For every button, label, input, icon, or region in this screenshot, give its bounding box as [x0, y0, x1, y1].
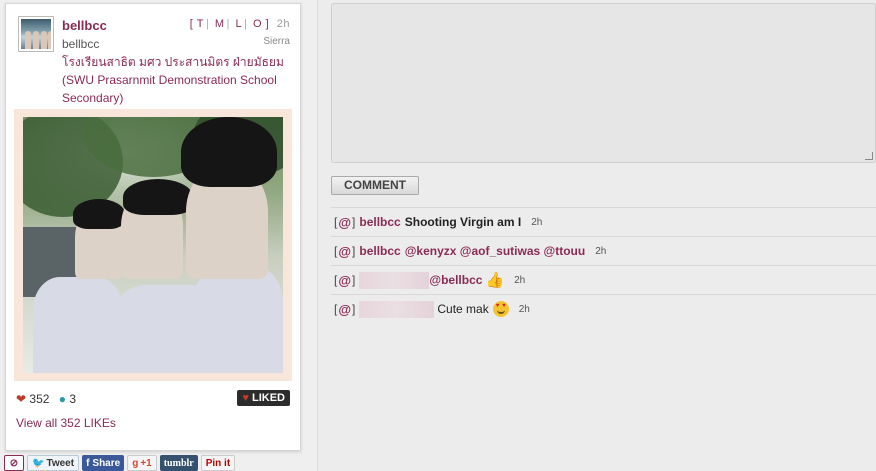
post-location[interactable]: โรงเรียนสาธิต มศว ประสานมิตร ฝ่ายมัธยม (… [62, 53, 294, 107]
link-t[interactable]: T [197, 18, 204, 30]
heart-icon: ❤ [16, 392, 27, 406]
left-column: bellbcc bellbcc [ T | M | L | O ] 2h Sierra… [0, 0, 318, 471]
comment-text: Cute mak [437, 302, 489, 316]
comment-button[interactable]: COMMENT [331, 176, 419, 195]
reply-at-icon[interactable]: @ [338, 273, 351, 288]
post-links: [ T | M | L | O ] 2h [189, 18, 290, 30]
facebook-icon: f [86, 457, 90, 469]
likes-count: 352 [29, 392, 50, 406]
comment-row: [@] @bellbcc 👍 2h [331, 265, 876, 294]
tweet-button[interactable]: 🐦 Tweet [27, 455, 80, 471]
heart-icon: ♥ [242, 392, 249, 404]
tumblr-button[interactable]: tumblr [159, 455, 198, 471]
facebook-share-button[interactable]: f Share [82, 455, 125, 471]
comment-user[interactable]: bellbcc [359, 215, 400, 229]
post-username[interactable]: bellbcc [62, 18, 107, 33]
pinit-button[interactable]: Pin it [200, 455, 236, 471]
share-bar: ⊘ 🐦 Tweet f Share g +1 tumblr Pin it [4, 455, 236, 471]
comment-row: [@] Cute mak 2h [331, 294, 876, 323]
photo-frame [14, 109, 292, 381]
reply-at-icon[interactable]: @ [338, 244, 351, 259]
post-fullname: bellbcc [62, 37, 100, 51]
thumbs-up-icon: 👍 [485, 272, 505, 289]
google-plus-icon: g [132, 457, 139, 469]
comment-row: [@] bellbcc @kenyzx @aof_sutiwas @ttouu … [331, 236, 876, 265]
post-card: bellbcc bellbcc [ T | M | L | O ] 2h Sierra… [5, 3, 301, 451]
comment-user[interactable]: bellbcc [359, 244, 400, 258]
liked-button[interactable]: ♥ LIKED [237, 390, 290, 406]
filter-name: Sierra [263, 36, 290, 47]
view-all-likes-link[interactable]: View all 352 LIKEs [16, 416, 116, 430]
comment-time: 2h [518, 303, 530, 315]
avatar-image [21, 19, 51, 49]
comment-text[interactable]: @kenyzx @aof_sutiwas @ttouu [405, 244, 585, 258]
comment-time: 2h [595, 245, 607, 257]
twitter-icon: 🐦 [32, 457, 45, 469]
reply-at-icon[interactable]: @ [338, 302, 351, 317]
post-stats: ❤ 352 ● 3 [16, 392, 76, 406]
redacted-username [359, 300, 435, 318]
heart-eyes-icon [492, 301, 509, 317]
comments-count: 3 [69, 392, 77, 406]
link-l[interactable]: L [235, 18, 242, 30]
comment-textarea[interactable] [331, 3, 876, 163]
comment-time: 2h [514, 274, 526, 286]
liked-label: LIKED [252, 392, 285, 404]
post-time: 2h [276, 18, 290, 30]
link-icon[interactable]: ⊘ [4, 455, 24, 471]
google-plus-button[interactable]: g +1 [127, 455, 157, 471]
comment-text: Shooting Virgin am I [404, 215, 522, 229]
link-m[interactable]: M [215, 18, 225, 30]
comment-list: [@] bellbcc Shooting Virgin am I 2h [@] … [331, 207, 876, 323]
redacted-username [359, 271, 430, 289]
comment-bubble-icon: ● [58, 392, 67, 406]
resize-grip-icon[interactable] [865, 152, 873, 160]
avatar[interactable] [18, 16, 54, 52]
comment-text[interactable]: @bellbcc [429, 273, 482, 287]
post-photo[interactable] [23, 117, 283, 373]
comment-time: 2h [531, 216, 543, 228]
comment-row: [@] bellbcc Shooting Virgin am I 2h [331, 207, 876, 236]
reply-at-icon[interactable]: @ [338, 215, 351, 230]
link-o[interactable]: O [253, 18, 262, 30]
